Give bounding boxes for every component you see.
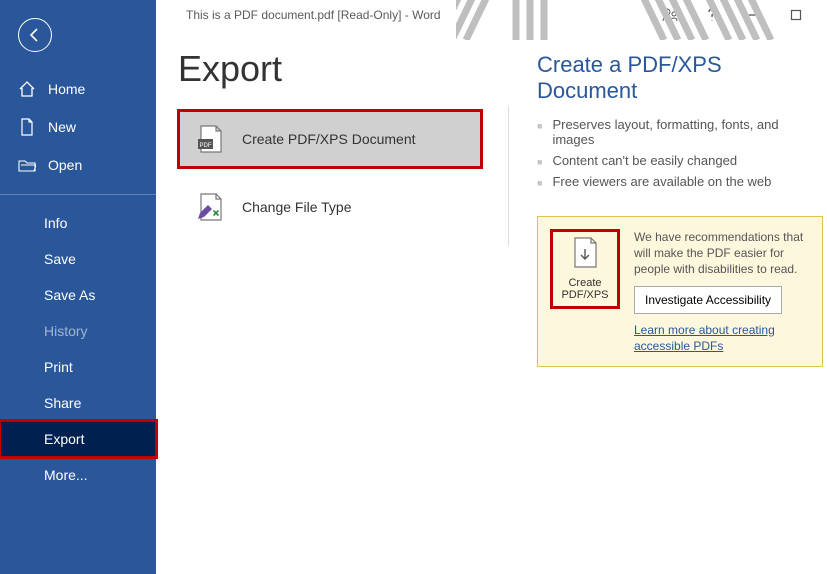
sidebar-label: Save <box>44 251 76 267</box>
sidebar-item-save[interactable]: Save <box>0 241 156 277</box>
pdf-document-icon: PDF <box>198 126 224 152</box>
export-option-change-type[interactable]: Change File Type <box>180 180 480 234</box>
recommendation-text: We have recommendations that will make t… <box>634 229 810 278</box>
change-file-type-icon <box>198 194 224 220</box>
accessibility-recommendation-box: Create PDF/XPS We have recommendations t… <box>537 216 823 367</box>
help-icon[interactable] <box>703 6 721 24</box>
sidebar-item-save-as[interactable]: Save As <box>0 277 156 313</box>
sidebar-label: Save As <box>44 287 95 303</box>
export-option-pdf-xps[interactable]: PDF Create PDF/XPS Document <box>180 112 480 166</box>
sidebar-label: Home <box>48 81 85 97</box>
detail-bullets: Preserves layout, formatting, fonts, and… <box>537 114 823 192</box>
window-title: This is a PDF document.pdf [Read-Only] -… <box>186 8 441 22</box>
folder-open-icon <box>18 156 36 174</box>
page-title: Export <box>178 48 480 90</box>
sidebar-item-print[interactable]: Print <box>0 349 156 385</box>
investigate-accessibility-button[interactable]: Investigate Accessibility <box>634 286 782 314</box>
sidebar-label: Print <box>44 359 73 375</box>
export-pdf-icon <box>571 237 599 271</box>
sidebar-label: History <box>44 323 88 339</box>
export-option-label: Change File Type <box>242 199 351 215</box>
sidebar-label: Export <box>44 431 84 447</box>
titlebar: This is a PDF document.pdf [Read-Only] -… <box>156 0 827 30</box>
arrow-left-icon <box>27 27 43 43</box>
detail-title: Create a PDF/XPS Document <box>537 52 823 104</box>
create-pdf-xps-button[interactable]: Create PDF/XPS <box>550 229 620 309</box>
sidebar-label: Info <box>44 215 67 231</box>
detail-bullet: Content can't be easily changed <box>537 150 823 171</box>
backstage-sidebar: Home New Open Info Save Save As History … <box>0 0 156 574</box>
create-pdf-xps-label: Create PDF/XPS <box>557 277 613 301</box>
sidebar-label: Open <box>48 157 82 173</box>
sidebar-item-new[interactable]: New <box>0 108 156 146</box>
sidebar-item-more[interactable]: More... <box>0 457 156 493</box>
sidebar-item-home[interactable]: Home <box>0 70 156 108</box>
sidebar-label: More... <box>44 467 88 483</box>
export-option-label: Create PDF/XPS Document <box>242 131 416 147</box>
account-icon[interactable] <box>661 6 679 24</box>
svg-text:PDF: PDF <box>200 143 212 149</box>
minimize-button[interactable] <box>745 6 763 24</box>
document-icon <box>18 118 36 136</box>
sidebar-item-info[interactable]: Info <box>0 205 156 241</box>
sidebar-item-open[interactable]: Open <box>0 146 156 184</box>
learn-more-link[interactable]: Learn more about creating accessible PDF… <box>634 322 810 354</box>
maximize-button[interactable] <box>787 6 805 24</box>
sidebar-item-share[interactable]: Share <box>0 385 156 421</box>
detail-bullet: Preserves layout, formatting, fonts, and… <box>537 114 823 150</box>
sidebar-label: New <box>48 119 76 135</box>
home-icon <box>18 80 36 98</box>
back-button[interactable] <box>18 18 52 52</box>
detail-bullet: Free viewers are available on the web <box>537 171 823 192</box>
sidebar-item-history: History <box>0 313 156 349</box>
sidebar-label: Share <box>44 395 81 411</box>
sidebar-item-export[interactable]: Export <box>0 421 156 457</box>
